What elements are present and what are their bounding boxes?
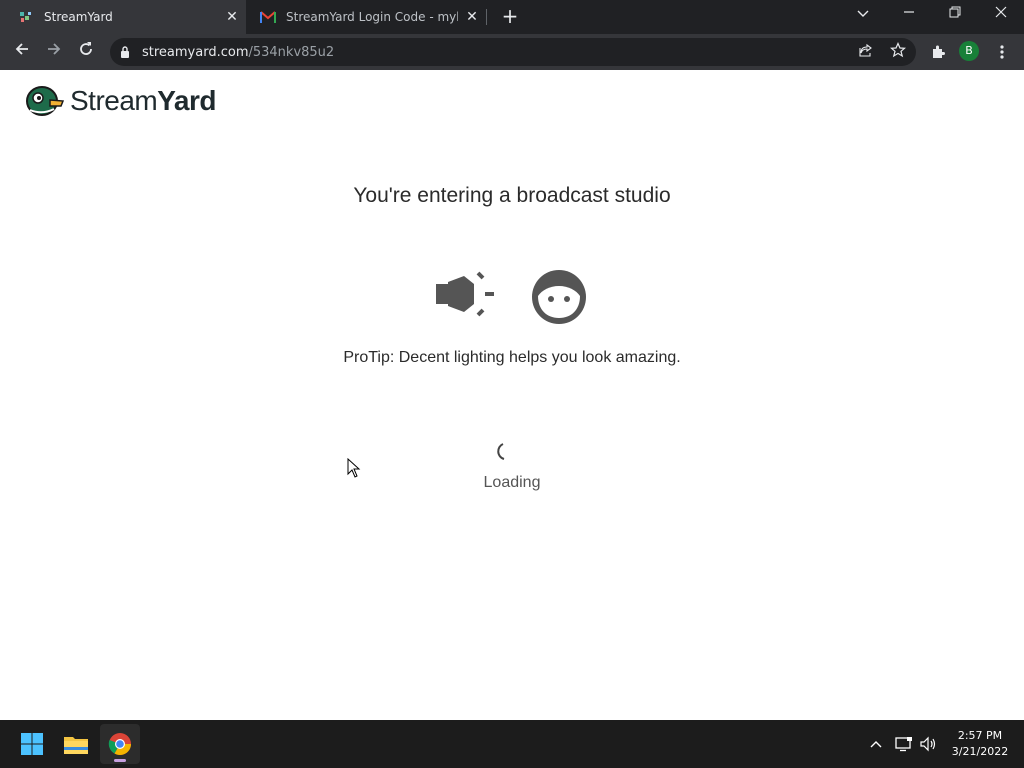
protip-illustration <box>430 266 600 328</box>
taskbar-clock[interactable]: 2:57 PM 3/21/2022 <box>940 728 1020 760</box>
close-window-icon[interactable] <box>978 0 1024 30</box>
tab-strip: StreamYard ✕ StreamYard Login Code - myb… <box>0 0 1024 34</box>
page-heading: You're entering a broadcast studio <box>353 184 671 207</box>
profile-avatar[interactable]: B <box>959 41 979 61</box>
restore-icon[interactable] <box>932 0 978 30</box>
streamyard-favicon-icon <box>18 9 34 25</box>
tab-gmail[interactable]: StreamYard Login Code - myblue ✕ <box>246 0 486 34</box>
lock-icon[interactable] <box>120 46 132 58</box>
address-bar[interactable]: streamyard.com/534nkv85u2 <box>110 38 916 66</box>
start-menu-icon[interactable] <box>12 724 52 764</box>
protip-text: ProTip: Decent lighting helps you look a… <box>343 349 681 366</box>
browser-toolbar: streamyard.com/534nkv85u2 <box>0 34 1024 70</box>
gmail-favicon-icon <box>260 9 276 25</box>
forward-icon[interactable] <box>42 40 66 64</box>
duck-logo-icon <box>24 82 65 120</box>
loading-label: Loading <box>483 474 541 491</box>
show-hidden-icons-icon[interactable] <box>866 734 886 754</box>
url-path: /534nkv85u2 <box>248 44 335 60</box>
chrome-taskbar-icon[interactable] <box>100 724 140 764</box>
active-app-indicator <box>114 759 126 762</box>
url-host: streamyard.com <box>142 44 249 60</box>
clock-date: 3/21/2022 <box>951 745 1009 758</box>
share-icon[interactable] <box>854 38 878 62</box>
logo-text-light: Stream <box>70 85 158 116</box>
minimize-icon[interactable] <box>886 0 932 30</box>
tab-streamyard[interactable]: StreamYard ✕ <box>0 0 246 34</box>
file-explorer-icon[interactable] <box>56 724 96 764</box>
close-tab-icon[interactable]: ✕ <box>218 9 246 25</box>
extensions-icon[interactable] <box>926 40 950 64</box>
back-icon[interactable] <box>10 40 34 64</box>
bookmark-star-icon[interactable] <box>886 38 910 62</box>
reload-icon[interactable] <box>74 40 98 64</box>
tab-title: StreamYard <box>44 10 113 24</box>
clock-time: 2:57 PM <box>957 729 1003 742</box>
logo-wordmark: StreamYard <box>70 85 216 117</box>
streamyard-logo[interactable]: StreamYard <box>24 82 216 120</box>
mouse-cursor-icon <box>347 457 361 482</box>
new-tab-icon[interactable]: + <box>498 5 522 29</box>
network-icon[interactable] <box>894 734 914 754</box>
tab-separator <box>486 9 487 25</box>
face-icon <box>532 270 586 324</box>
tab-title: StreamYard Login Code - myblue <box>286 10 458 24</box>
logo-text-bold: Yard <box>157 85 216 116</box>
page-content: StreamYard You're entering a broadcast s… <box>0 70 1024 720</box>
close-tab-icon[interactable]: ✕ <box>458 9 486 25</box>
chrome-menu-icon[interactable] <box>990 40 1014 64</box>
loading-spinner-icon <box>496 442 516 462</box>
windows-taskbar: 2:57 PM 3/21/2022 <box>0 720 1024 768</box>
volume-icon[interactable] <box>918 734 938 754</box>
light-icon <box>436 271 494 317</box>
tab-search-icon[interactable] <box>840 0 886 30</box>
